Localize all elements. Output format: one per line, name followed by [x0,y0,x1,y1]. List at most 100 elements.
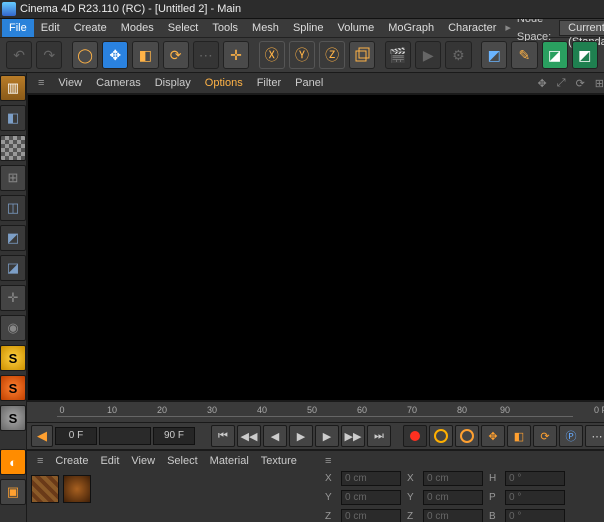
pos-y-field[interactable]: 0 cm [341,490,401,505]
material-swatch-1[interactable] [31,475,59,503]
render-settings-button[interactable]: ⚙ [445,41,471,69]
menu-tools[interactable]: Tools [205,19,245,37]
vp-move-icon[interactable]: ✥ [535,77,550,90]
menu-modes[interactable]: Modes [114,19,161,37]
vp-menu-panel[interactable]: Panel [290,77,328,89]
menu-spline[interactable]: Spline [286,19,331,37]
texture-mode-button[interactable] [0,135,26,161]
next-key-button[interactable]: ▶▶ [341,425,365,447]
param-key-button[interactable]: Ⓟ [559,425,583,447]
menu-character[interactable]: Character [441,19,503,37]
pos-key-button[interactable]: ✥ [481,425,505,447]
end-frame-field[interactable]: 90 F [153,427,195,445]
menu-create[interactable]: Create [67,19,114,37]
mat-menu-view[interactable]: View [125,455,161,467]
viewport-options-icon[interactable]: ≡ [33,77,49,89]
size-z-field[interactable]: 0 cm [423,509,483,522]
prev-frame-button[interactable]: ◀ [263,425,287,447]
select-tool-button[interactable]: ◯ [72,41,98,69]
menu-more-icon[interactable]: ▸ [503,19,513,37]
mat-menu-edit[interactable]: Edit [94,455,125,467]
mat-menu-create[interactable]: Create [49,455,94,467]
record-button[interactable] [403,425,427,447]
vp-zoom-icon[interactable]: ⤢ [554,77,569,90]
prev-key-button[interactable]: ◀◀ [237,425,261,447]
material-options-icon[interactable]: ≡ [31,455,49,467]
model-mode-button[interactable]: ◧ [0,105,26,131]
material-swatch-2[interactable] [63,475,91,503]
points-mode-button[interactable]: ◫ [0,195,26,221]
keyframe-sel-button[interactable] [455,425,479,447]
autokey-button[interactable] [429,425,453,447]
rot-b-field[interactable]: 0 ° [505,509,565,522]
redo-button[interactable]: ↷ [36,41,62,69]
snap-b-button[interactable]: S [0,375,26,401]
vp-menu-filter[interactable]: Filter [252,77,286,89]
next-frame-button[interactable]: ▶ [315,425,339,447]
axis-x-button[interactable]: Ⓧ [259,41,285,69]
size-y-field[interactable]: 0 cm [423,490,483,505]
menu-file[interactable]: File [2,19,34,37]
add-deformer-button[interactable]: ◩ [572,41,598,69]
perspective-viewport[interactable] [27,94,604,401]
nodespace-dropdown[interactable]: Current (Standard/Physical) [559,20,604,36]
add-spline-button[interactable]: ✎ [511,41,537,69]
rot-h-field[interactable]: 0 ° [505,471,565,486]
goto-start-button[interactable]: ⏮ [211,425,235,447]
mat-menu-select[interactable]: Select [161,455,204,467]
axis-mode-button[interactable]: ✛ [0,285,26,311]
lastsel-button[interactable]: ▣ [0,479,26,505]
timeline-marker-icon[interactable]: ◀ [31,425,53,447]
rotate-tool-button[interactable]: ⟳ [163,41,189,69]
vp-layout-icon[interactable]: ⊞ [592,77,604,90]
coord-system-button[interactable] [349,41,375,69]
render-view-button[interactable]: 🎬 [385,41,411,69]
add-cube-button[interactable]: ◩ [481,41,507,69]
menu-edit[interactable]: Edit [34,19,67,37]
size-x-field[interactable]: 0 cm [423,471,483,486]
lasttool-button[interactable]: ⋯ [193,41,219,69]
edges-mode-button[interactable]: ◩ [0,225,26,251]
add-generator-button[interactable]: ◪ [542,41,568,69]
polys-mode-button[interactable]: ◪ [0,255,26,281]
snap-c-button[interactable]: S [0,405,26,431]
tweak-button[interactable]: ◐ [0,449,26,475]
mat-menu-material[interactable]: Material [204,455,255,467]
scale-tool-button[interactable]: ◧ [132,41,158,69]
menu-mograph[interactable]: MoGraph [381,19,441,37]
lab-y: Y [325,492,335,503]
place-tool-button[interactable]: ✛ [223,41,249,69]
axis-z-button[interactable]: Ⓩ [319,41,345,69]
make-editable-button[interactable]: ▥ [0,75,26,101]
workplane-button[interactable]: ⊞ [0,165,26,191]
vp-menu-view[interactable]: View [53,77,87,89]
pos-x-field[interactable]: 0 cm [341,471,401,486]
viewport-solo-button[interactable]: ◉ [0,315,26,341]
timeline-menu-icon[interactable]: ⋯ [585,425,604,447]
undo-button[interactable]: ↶ [6,41,32,69]
coords-options-icon[interactable]: ≡ [325,455,331,467]
menu-mesh[interactable]: Mesh [245,19,286,37]
bottom-panels: ≡ Create Edit View Select Material Textu… [27,450,604,522]
render-picture-button[interactable]: ▶ [415,41,441,69]
goto-end-button[interactable]: ⏭ [367,425,391,447]
rot-key-button[interactable]: ⟳ [533,425,557,447]
timeline-ruler[interactable]: 0 10 20 30 40 50 60 70 80 90 0 F [27,401,604,423]
rot-p-field[interactable]: 0 ° [505,490,565,505]
start-frame-field[interactable]: 0 F [55,427,97,445]
vp-menu-options[interactable]: Options [200,77,248,89]
tick-90: 90 [500,405,510,415]
pos-z-field[interactable]: 0 cm [341,509,401,522]
mat-menu-texture[interactable]: Texture [255,455,303,467]
play-button[interactable]: ▶ [289,425,313,447]
move-tool-button[interactable]: ✥ [102,41,128,69]
vp-menu-cameras[interactable]: Cameras [91,77,146,89]
menu-volume[interactable]: Volume [331,19,382,37]
vp-rotate-icon[interactable]: ⟳ [573,77,588,90]
menu-select[interactable]: Select [161,19,206,37]
time-slider[interactable] [99,427,151,445]
axis-y-button[interactable]: Ⓨ [289,41,315,69]
scale-key-button[interactable]: ◧ [507,425,531,447]
vp-menu-display[interactable]: Display [150,77,196,89]
snap-a-button[interactable]: S [0,345,26,371]
